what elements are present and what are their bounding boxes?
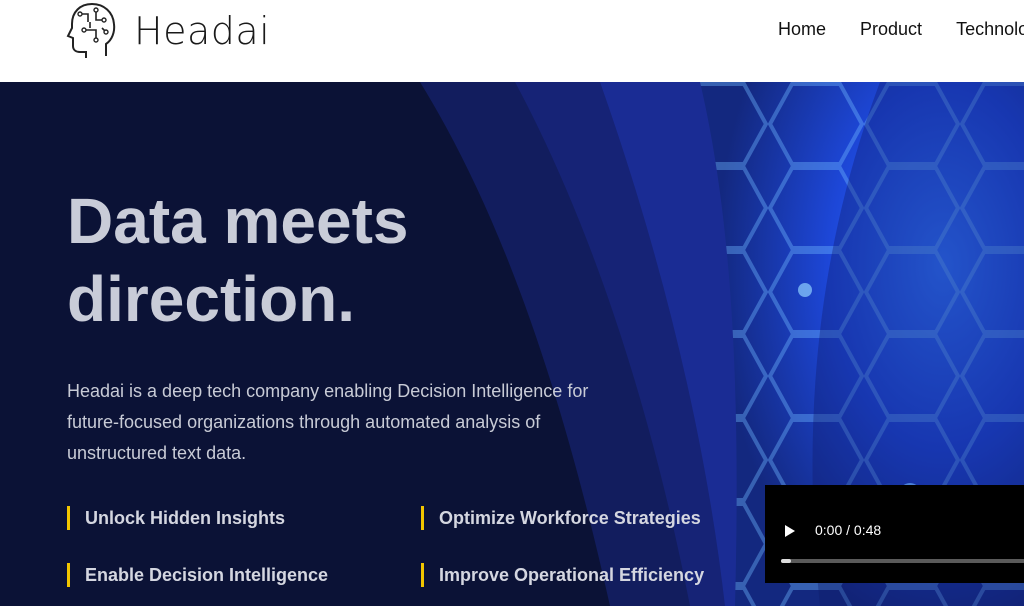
hero-description: Headai is a deep tech company enabling D… [67,381,589,463]
feature-decision-intelligence: Enable Decision Intelligence [67,563,328,587]
nav-product[interactable]: Product [860,19,922,40]
headline-line-1: Data meets [67,185,409,257]
logo[interactable]: Headai [66,0,270,62]
brand-name: Headai [134,9,271,53]
play-icon[interactable] [785,525,795,537]
hero-section: Data meets direction. Headai is a deep t… [0,82,1024,606]
nav-technology[interactable]: Technology [956,19,1024,40]
video-overlay [765,485,1024,583]
video-player[interactable]: 0:00 / 0:48 [765,485,1024,583]
video-progress-fill [781,559,791,563]
video-time: 0:00 / 0:48 [815,522,882,538]
video-progress-bar[interactable] [781,559,1024,563]
nav-home[interactable]: Home [778,19,826,40]
head-circuit-icon [66,2,116,58]
feature-operational-efficiency: Improve Operational Efficiency [421,563,704,587]
headline-line-2: direction. [67,263,356,335]
feature-unlock-insights: Unlock Hidden Insights [67,506,285,530]
feature-workforce-strategies: Optimize Workforce Strategies [421,506,701,530]
site-header: Headai Home Product Technology [0,0,1024,82]
main-nav: Home Product Technology [778,19,1024,40]
hero-headline: Data meets direction. [67,182,409,338]
